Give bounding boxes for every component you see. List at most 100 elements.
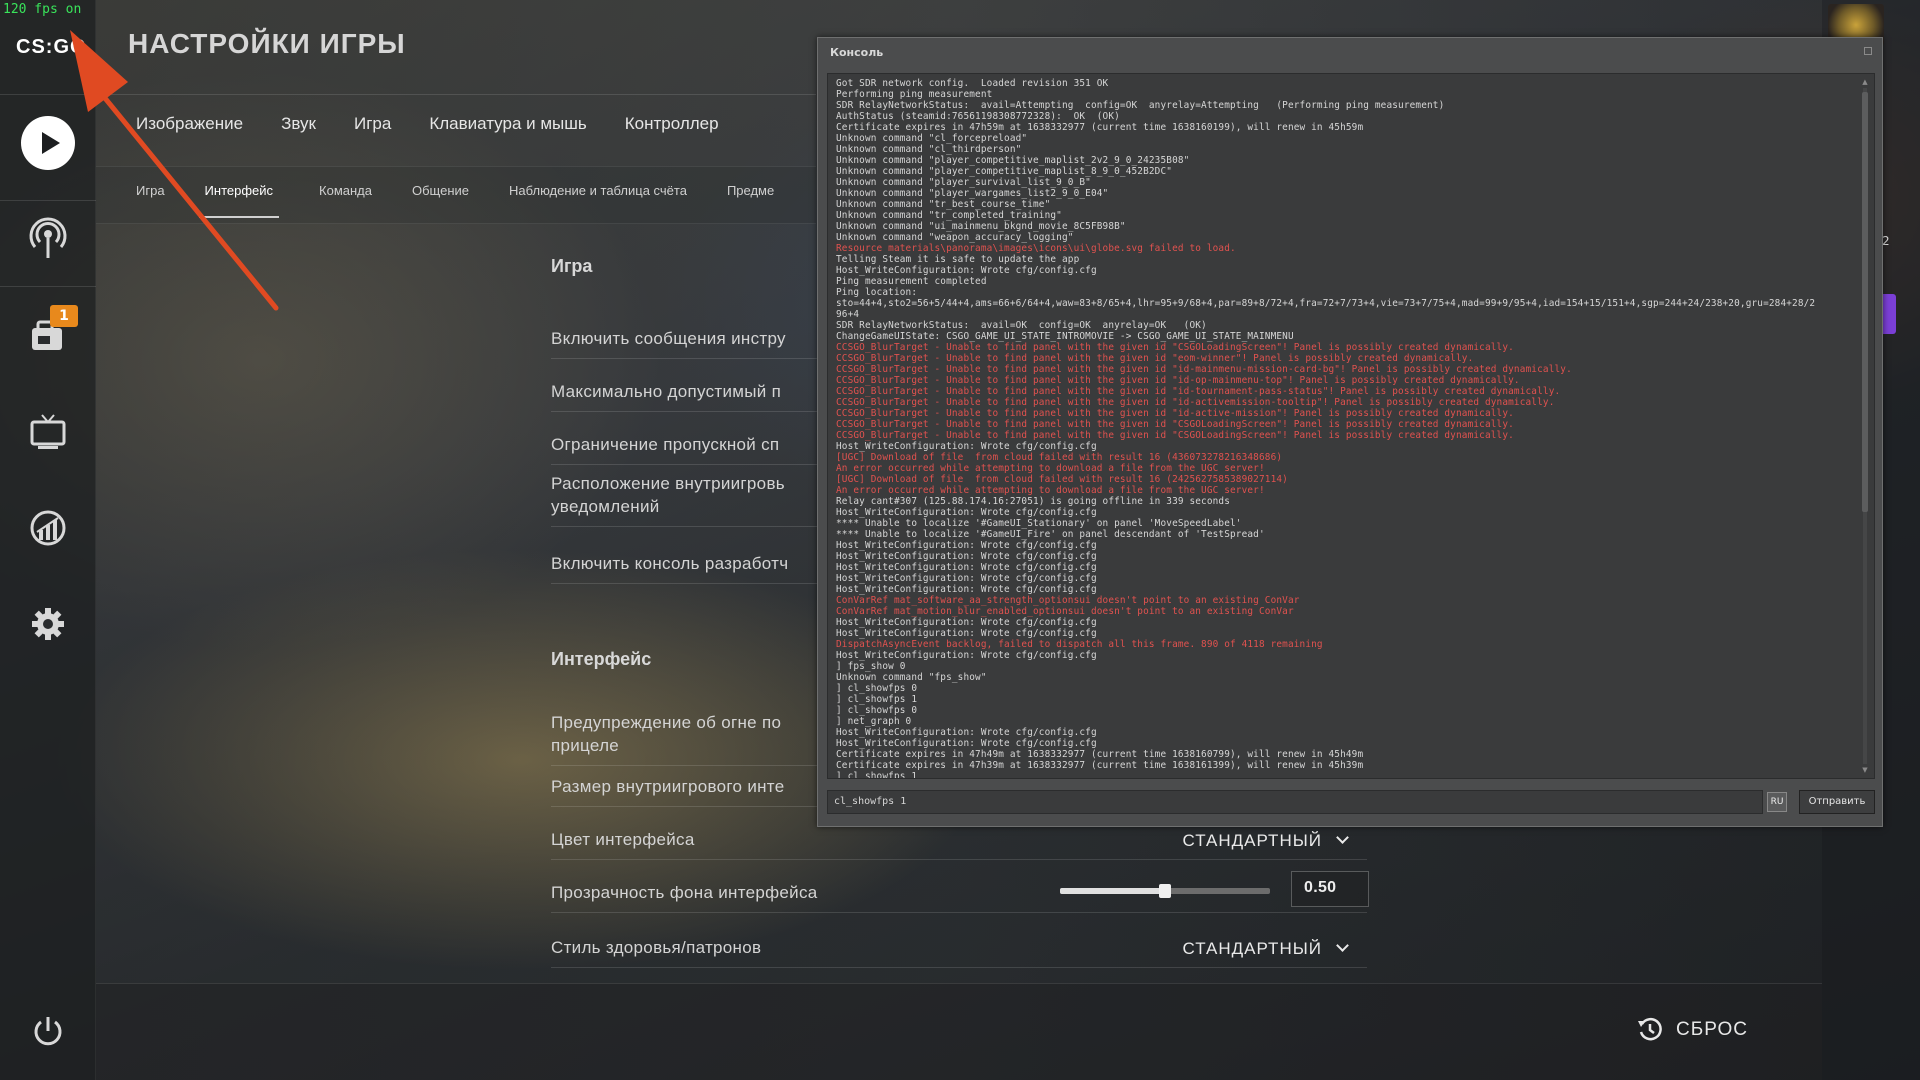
tab-video[interactable]: Изображение bbox=[136, 114, 243, 134]
dropdown-value: СТАНДАРТНЫЙ bbox=[1182, 939, 1322, 958]
console-log[interactable]: Got SDR network config. Loaded revision … bbox=[827, 73, 1875, 779]
console-log-line: Host_WriteConfiguration: Wrote cfg/confi… bbox=[836, 738, 1097, 749]
reset-button[interactable]: СБРОС bbox=[1636, 1016, 1748, 1044]
slider-handle[interactable] bbox=[1159, 884, 1171, 898]
subtab-team[interactable]: Команда bbox=[319, 183, 372, 218]
health-ammo-style-dropdown[interactable]: СТАНДАРТНЫЙ bbox=[1182, 939, 1349, 959]
chevron-down-icon bbox=[1336, 831, 1349, 844]
console-log-line: An error occurred while attempting to do… bbox=[836, 485, 1265, 496]
console-log-line: SDR RelayNetworkStatus: avail=OK config=… bbox=[836, 320, 1207, 331]
tab-controller[interactable]: Контроллер bbox=[625, 114, 719, 134]
play-button[interactable] bbox=[18, 113, 78, 173]
setting-label: Предупреждение об огне по прицеле bbox=[551, 713, 782, 755]
console-log-line: ] fps_show 0 bbox=[836, 661, 906, 672]
bottom-bar bbox=[96, 983, 1822, 1080]
console-log-line: Ping measurement completed bbox=[836, 276, 987, 287]
power-button[interactable] bbox=[18, 1001, 78, 1061]
console-scrollbar[interactable]: ▲ ▼ bbox=[1860, 78, 1870, 774]
setting-row[interactable]: Прозрачность фона интерфейса 0.50 bbox=[551, 860, 1369, 913]
console-log-line: Unknown command "weapon_accuracy_logging… bbox=[836, 232, 1074, 243]
tv-icon bbox=[30, 414, 66, 449]
console-log-line: ] net_graph 0 bbox=[836, 716, 912, 727]
console-log-line: [UGC] Download of file from cloud failed… bbox=[836, 474, 1288, 485]
hud-color-dropdown[interactable]: СТАНДАРТНЫЙ bbox=[1182, 831, 1349, 851]
console-log-line: Relay cant#307 (125.88.174.16:27051) is … bbox=[836, 496, 1231, 507]
console-log-line: Certificate expires in 47h49m at 1638332… bbox=[836, 749, 1364, 760]
console-log-line: Host_WriteConfiguration: Wrote cfg/confi… bbox=[836, 551, 1097, 562]
power-icon bbox=[34, 1017, 62, 1046]
scroll-thumb[interactable] bbox=[1862, 92, 1868, 512]
console-log-line: Certificate expires in 47h39m at 1638332… bbox=[836, 760, 1364, 771]
subtab-spectator-scoreboard[interactable]: Наблюдение и таблица счёта bbox=[509, 183, 687, 218]
stats-button[interactable] bbox=[18, 498, 78, 558]
page-title: НАСТРОЙКИ ИГРЫ bbox=[128, 28, 406, 59]
console-log-line: AuthStatus (steamid:76561198308772328): … bbox=[836, 111, 1120, 122]
subtab-interface[interactable]: Интерфейс bbox=[198, 183, 280, 218]
watch-broadcast-button[interactable] bbox=[18, 208, 78, 268]
tab-audio[interactable]: Звук bbox=[281, 114, 316, 134]
console-log-line: Unknown command "player_survival_list_9_… bbox=[836, 177, 1091, 188]
console-log-line: Host_WriteConfiguration: Wrote cfg/confi… bbox=[836, 265, 1097, 276]
console-log-line: CCSGO_BlurTarget - Unable to find panel … bbox=[836, 353, 1474, 364]
divider bbox=[96, 94, 816, 95]
console-log-line: Host_WriteConfiguration: Wrote cfg/confi… bbox=[836, 573, 1097, 584]
slider-fill bbox=[1060, 888, 1165, 894]
console-command-input[interactable]: cl_showfps 1 bbox=[827, 790, 1763, 814]
submit-button[interactable]: Отправить bbox=[1799, 790, 1875, 814]
scroll-down-icon[interactable]: ▼ bbox=[1861, 766, 1869, 774]
console-log-line: Performing ping measurement bbox=[836, 89, 993, 100]
console-log-line: Unknown command "tr_best_course_time" bbox=[836, 199, 1051, 210]
subtab-game[interactable]: Игра bbox=[136, 183, 165, 218]
reset-history-icon bbox=[1638, 1017, 1662, 1041]
console-log-line: ConVarRef mat_motion_blur_enabled_option… bbox=[836, 606, 1294, 617]
console-log-line: CCSGO_BlurTarget - Unable to find panel … bbox=[836, 430, 1514, 441]
console-log-line: Host_WriteConfiguration: Wrote cfg/confi… bbox=[836, 562, 1097, 573]
right-strip-count: 2 bbox=[1882, 234, 1890, 248]
console-log-line: Unknown command "tr_completed_training" bbox=[836, 210, 1062, 221]
fps-counter: 120 fps on bbox=[3, 2, 82, 17]
main-tabs: Изображение Звук Игра Клавиатура и мышь … bbox=[136, 114, 757, 134]
csgo-logo[interactable]: CS:GO bbox=[16, 36, 87, 59]
scroll-up-icon[interactable]: ▲ bbox=[1861, 78, 1869, 86]
console-log-line: ConVarRef mat_software_aa_strength_optio… bbox=[836, 595, 1300, 606]
divider bbox=[0, 94, 96, 95]
broadcast-icon bbox=[29, 217, 67, 258]
chevron-down-icon bbox=[1336, 939, 1349, 952]
console-log-line: Unknown command "ui_mainmenu_bkgnd_movie… bbox=[836, 221, 1126, 232]
console-log-line: Unknown command "cl_thirdperson" bbox=[836, 144, 1022, 155]
console-log-line: Unknown command "cl_forcepreload" bbox=[836, 133, 1028, 144]
subtab-items[interactable]: Предме bbox=[727, 183, 774, 218]
gear-icon bbox=[32, 608, 64, 640]
setting-label: Цвет интерфейса bbox=[551, 830, 695, 849]
console-log-line: ChangeGameUIState: CSGO_GAME_UI_STATE_IN… bbox=[836, 331, 1294, 342]
settings-button[interactable] bbox=[18, 594, 78, 654]
hud-opacity-slider[interactable] bbox=[1060, 884, 1270, 898]
console-log-line: Host_WriteConfiguration: Wrote cfg/confi… bbox=[836, 507, 1097, 518]
section-title-game: Игра bbox=[551, 256, 593, 276]
tab-game[interactable]: Игра bbox=[354, 114, 391, 134]
console-log-line: Ping location: bbox=[836, 287, 918, 298]
console-log-line: **** Unable to localize '#GameUI_Station… bbox=[836, 518, 1242, 529]
console-log-line: Host_WriteConfiguration: Wrote cfg/confi… bbox=[836, 628, 1097, 639]
setting-label: Включить сообщения инстру bbox=[551, 329, 786, 348]
console-log-line: Host_WriteConfiguration: Wrote cfg/confi… bbox=[836, 617, 1097, 628]
console-log-line: An error occurred while attempting to do… bbox=[836, 463, 1265, 474]
console-log-line: Got SDR network config. Loaded revision … bbox=[836, 78, 1109, 89]
divider bbox=[0, 200, 96, 201]
setting-label: Максимально допустимый п bbox=[551, 382, 782, 401]
tab-keyboard-mouse[interactable]: Клавиатура и мышь bbox=[429, 114, 586, 134]
setting-row[interactable]: Стиль здоровья/патронов СТАНДАРТНЫЙ bbox=[551, 913, 1367, 968]
hud-opacity-value-field[interactable]: 0.50 bbox=[1291, 871, 1369, 907]
console-window[interactable]: Консоль Got SDR network config. Loaded r… bbox=[817, 37, 1883, 827]
reset-label: СБРОС bbox=[1676, 1019, 1748, 1040]
close-icon[interactable] bbox=[1864, 47, 1872, 55]
tv-button[interactable] bbox=[18, 402, 78, 462]
console-log-line: Host_WriteConfiguration: Wrote cfg/confi… bbox=[836, 650, 1097, 661]
console-log-line: ] cl_showfps 0 bbox=[836, 683, 918, 694]
dropdown-value: СТАНДАРТНЫЙ bbox=[1182, 831, 1322, 850]
console-log-line: CCSGO_BlurTarget - Unable to find panel … bbox=[836, 375, 1520, 386]
console-log-line: CCSGO_BlurTarget - Unable to find panel … bbox=[836, 408, 1514, 419]
console-log-line: Unknown command "player_wargames_list2_9… bbox=[836, 188, 1109, 199]
section-title-interface: Интерфейс bbox=[551, 649, 652, 669]
subtab-communication[interactable]: Общение bbox=[412, 183, 469, 218]
